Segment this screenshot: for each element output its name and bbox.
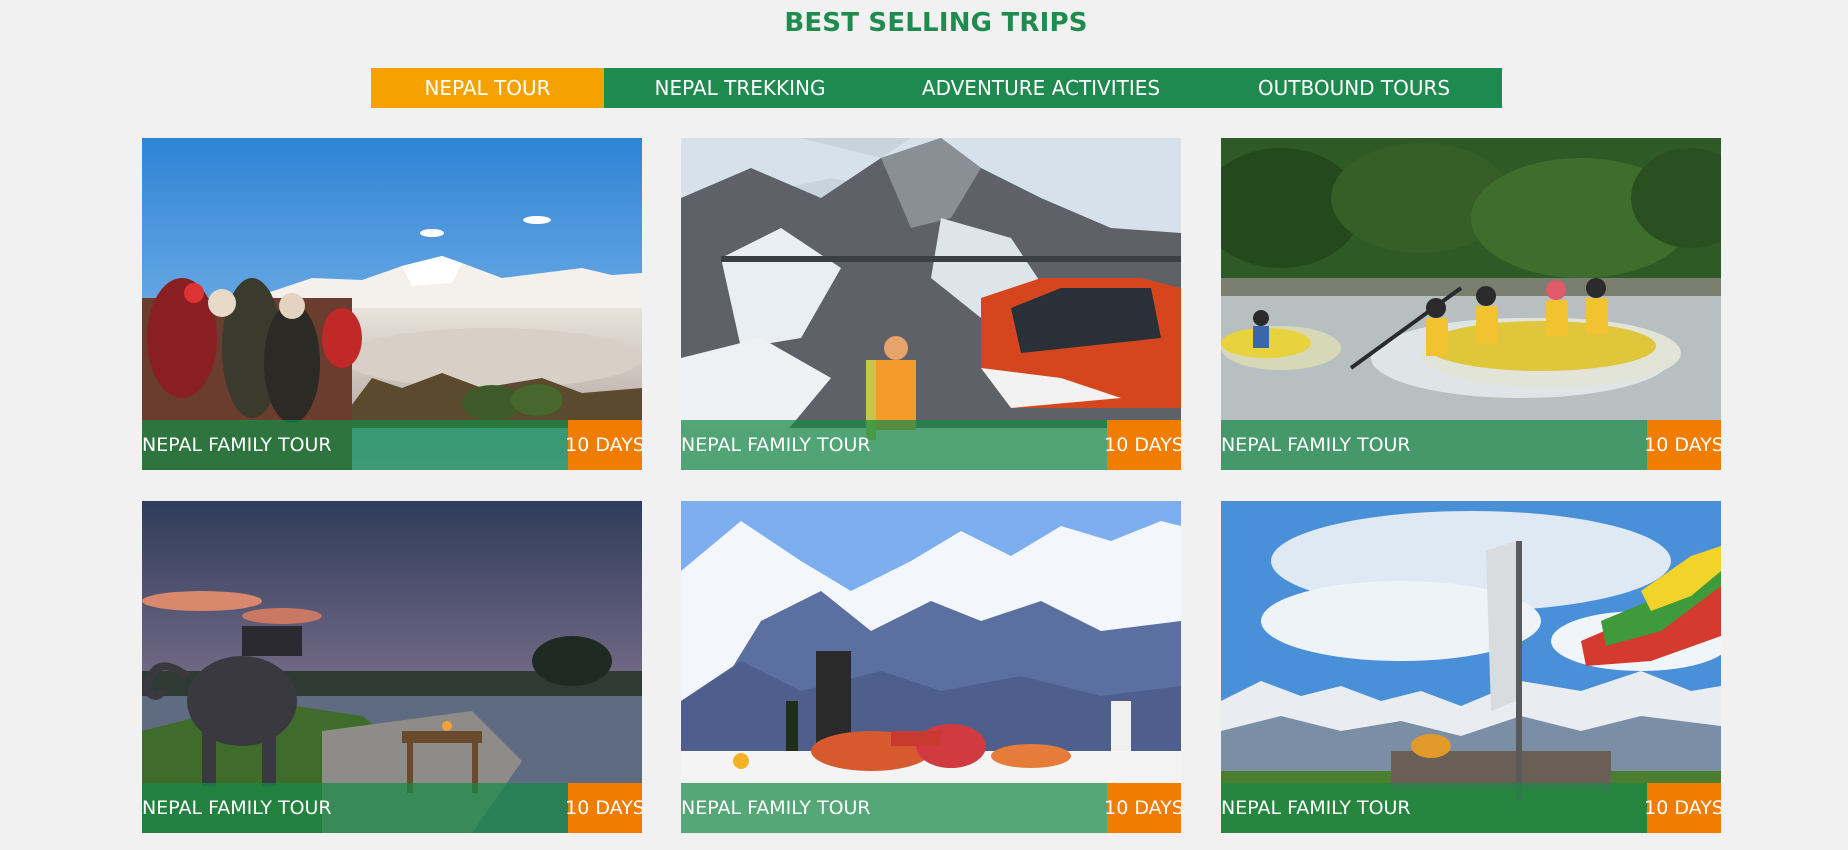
trip-category-tabs: NEPAL TOUR NEPAL TREKKING ADVENTURE ACTI… <box>371 68 1502 108</box>
tab-adventure-activities[interactable]: ADVENTURE ACTIVITIES <box>876 68 1206 108</box>
trip-info-bar: NEPAL FAMILY TOUR 10 DAYS <box>1221 783 1721 833</box>
trip-card[interactable]: NEPAL FAMILY TOUR 10 DAYS <box>681 501 1181 833</box>
tab-nepal-trekking[interactable]: NEPAL TREKKING <box>604 68 876 108</box>
trip-duration-badge: 10 DAYS <box>1644 420 1721 470</box>
trip-card[interactable]: NEPAL FAMILY TOUR 10 DAYS <box>142 138 642 470</box>
trip-info-bar: NEPAL FAMILY TOUR 10 DAYS <box>142 783 642 833</box>
trip-card[interactable]: NEPAL FAMILY TOUR 10 DAYS <box>142 501 642 833</box>
trip-name[interactable]: NEPAL FAMILY TOUR <box>1221 783 1647 833</box>
trip-card[interactable]: NEPAL FAMILY TOUR 10 DAYS <box>681 138 1181 470</box>
trip-duration-badge: 10 DAYS <box>1104 420 1181 470</box>
trip-info-bar: NEPAL FAMILY TOUR 10 DAYS <box>142 420 642 470</box>
trip-name[interactable]: NEPAL FAMILY TOUR <box>1221 420 1647 470</box>
trip-card[interactable]: NEPAL FAMILY TOUR 10 DAYS <box>1221 501 1721 833</box>
section-title: BEST SELLING TRIPS <box>784 8 1088 38</box>
trip-card[interactable]: NEPAL FAMILY TOUR 10 DAYS <box>1221 138 1721 470</box>
trip-info-bar: NEPAL FAMILY TOUR 10 DAYS <box>1221 420 1721 470</box>
trip-name[interactable]: NEPAL FAMILY TOUR <box>681 783 1107 833</box>
trip-name[interactable]: NEPAL FAMILY TOUR <box>142 420 568 470</box>
tab-nepal-tour[interactable]: NEPAL TOUR <box>371 68 604 108</box>
trip-duration-badge: 10 DAYS <box>1644 783 1721 833</box>
trip-name[interactable]: NEPAL FAMILY TOUR <box>142 783 568 833</box>
trip-duration-badge: 10 DAYS <box>565 420 642 470</box>
trip-name[interactable]: NEPAL FAMILY TOUR <box>681 420 1107 470</box>
trip-duration-badge: 10 DAYS <box>1104 783 1181 833</box>
trip-duration-badge: 10 DAYS <box>565 783 642 833</box>
best-selling-trips-section: BEST SELLING TRIPS NEPAL TOUR NEPAL TREK… <box>0 0 1848 850</box>
tab-outbound-tours[interactable]: OUTBOUND TOURS <box>1206 68 1502 108</box>
trip-info-bar: NEPAL FAMILY TOUR 10 DAYS <box>681 420 1181 470</box>
trip-info-bar: NEPAL FAMILY TOUR 10 DAYS <box>681 783 1181 833</box>
